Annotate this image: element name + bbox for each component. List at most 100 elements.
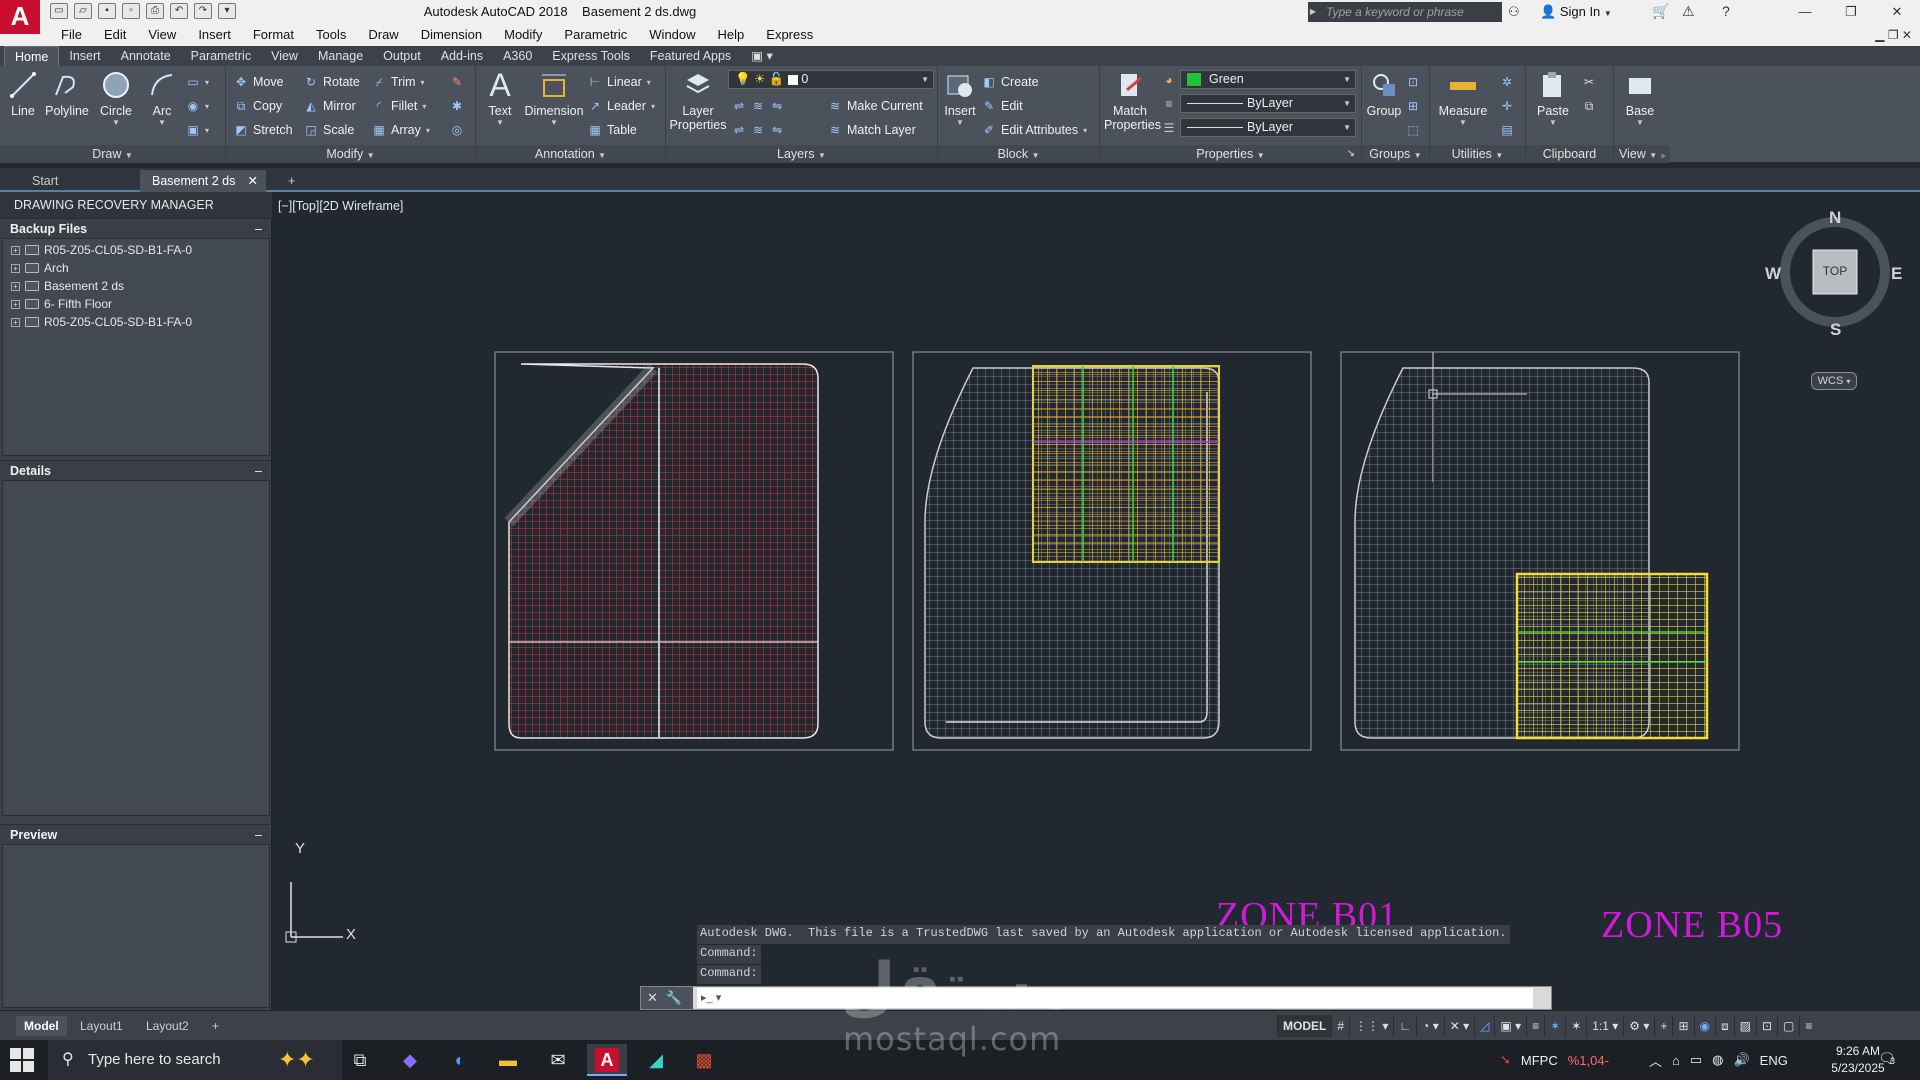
group-select-icon[interactable]: ⬚	[1406, 120, 1420, 140]
move-button[interactable]: ✥ Move	[234, 72, 284, 92]
network-icon[interactable]: ◍	[1712, 1052, 1723, 1068]
units-icon[interactable]: ⊞	[1672, 1015, 1693, 1037]
taskbar-search[interactable]: ⚲ Type here to search ✦✦	[48, 1040, 342, 1080]
properties-launcher-icon[interactable]: ↘	[1347, 145, 1355, 163]
ungroup-icon[interactable]: ⊡	[1406, 72, 1420, 92]
table-button[interactable]: ▦ Table	[588, 120, 637, 140]
layout-tab-layout2[interactable]: Layout2	[138, 1016, 197, 1036]
paste-button[interactable]: Paste ▼	[1530, 68, 1576, 127]
menu-file[interactable]: File	[50, 24, 93, 46]
tab-manage[interactable]: Manage	[308, 46, 373, 66]
tab-parametric[interactable]: Parametric	[181, 46, 261, 66]
wcs-menu[interactable]: WCS ▾	[1811, 372, 1857, 390]
lineweight-toggle-icon[interactable]: ≡	[1526, 1015, 1544, 1037]
viewcube[interactable]: N S E W TOP WCS ▾	[1765, 208, 1907, 398]
add-layout-icon[interactable]: +	[204, 1016, 227, 1036]
sign-in-button[interactable]: 👤 Sign In ▼	[1540, 4, 1612, 20]
panel-title-properties[interactable]: Properties ▼ ↘	[1100, 145, 1361, 163]
id-point-icon[interactable]: ✛	[1500, 96, 1514, 116]
expand-icon[interactable]: +	[11, 317, 20, 327]
floor-plan-2[interactable]	[912, 351, 1312, 751]
copy-clip-icon[interactable]: ⧉	[1582, 96, 1596, 116]
display-icon[interactable]: ▭	[1690, 1052, 1702, 1068]
viewcube-top-face[interactable]: TOP	[1813, 264, 1857, 278]
panel-title-block[interactable]: Block ▼	[938, 145, 1099, 163]
list-item[interactable]: +6- Fifth Floor	[11, 295, 112, 313]
stretch-button[interactable]: ◩ Stretch	[234, 120, 292, 140]
menu-draw[interactable]: Draw	[357, 24, 409, 46]
copy-button[interactable]: ⧉ Copy	[234, 96, 282, 116]
edge-browser-icon[interactable]: ◐	[440, 1044, 480, 1076]
exchange-icon[interactable]: ⚠	[1682, 3, 1695, 20]
compass-south[interactable]: S	[1830, 320, 1841, 340]
edit-attributes-button[interactable]: ✐ Edit Attributes ▾	[982, 120, 1087, 140]
tab-home[interactable]: Home	[4, 46, 60, 66]
edit-block-button[interactable]: ✎ Edit	[982, 96, 1023, 116]
rotate-button[interactable]: ↻ Rotate	[304, 72, 360, 92]
auto-scale-icon[interactable]: ✶	[1565, 1015, 1586, 1037]
group-edit-icon[interactable]: ⊞	[1406, 96, 1420, 116]
layer-tools-row1[interactable]: ⇌ ≋ ⇋	[732, 96, 784, 116]
clean-screen-icon[interactable]: ▢	[1777, 1015, 1799, 1037]
details-header[interactable]: Details –	[0, 460, 270, 480]
volume-icon[interactable]: 🔊	[1733, 1052, 1749, 1068]
input-language[interactable]: ENG	[1760, 1053, 1788, 1068]
hatch-button[interactable]: ◉ ▾	[186, 96, 209, 116]
linetype-dropdown[interactable]: ByLayer ▼	[1180, 94, 1356, 113]
task-view-icon[interactable]: ⧉	[340, 1044, 380, 1076]
minimize-icon[interactable]: —	[1782, 0, 1828, 24]
command-close-icon[interactable]: ✕	[647, 990, 658, 1006]
region-button[interactable]: ▣ ▾	[186, 120, 209, 140]
list-item[interactable]: + Basement 2 ds	[11, 277, 124, 295]
explode-button[interactable]: ✱	[450, 96, 464, 116]
annotation-visibility-icon[interactable]: ✶	[1544, 1015, 1565, 1037]
application-menu-button[interactable]: A	[0, 0, 40, 34]
annotation-scale[interactable]: 1:1 ▾	[1586, 1015, 1623, 1037]
leader-button[interactable]: ↗ Leader ▾	[588, 96, 655, 116]
match-layer-button[interactable]: ≋ Match Layer	[828, 120, 916, 140]
menu-format[interactable]: Format	[242, 24, 305, 46]
arc-button[interactable]: Arc ▼	[144, 68, 180, 127]
collapse-icon[interactable]: –	[255, 825, 262, 845]
tab-featured-apps[interactable]: Featured Apps	[640, 46, 741, 66]
layer-dropdown[interactable]: 💡 ☀ 🔓 0 ▼	[728, 70, 934, 89]
backup-files-header[interactable]: Backup Files –	[0, 218, 270, 238]
ribbon-minimize-icon[interactable]: ▣ ▾	[741, 46, 783, 66]
panel-title-layers[interactable]: Layers ▼	[666, 145, 937, 163]
help-icon[interactable]: ?	[1722, 3, 1730, 19]
group-button[interactable]: Group	[1364, 68, 1404, 118]
collapse-icon[interactable]: –	[255, 461, 262, 481]
isolate-objects-icon[interactable]: ▨	[1733, 1015, 1756, 1037]
stock-ticker[interactable]: MFPC	[1521, 1053, 1558, 1068]
color-dropdown[interactable]: Green ▼	[1180, 70, 1356, 89]
menu-modify[interactable]: Modify	[493, 24, 553, 46]
quick-properties-icon[interactable]: ◉	[1693, 1015, 1715, 1037]
file-tab-start[interactable]: Start	[20, 170, 120, 192]
snap-icon[interactable]: ⋮⋮ ▾	[1349, 1015, 1393, 1037]
polar-icon[interactable]: ◔ ▾	[1416, 1015, 1444, 1037]
floor-plan-1[interactable]	[494, 351, 894, 751]
expand-icon[interactable]: +	[11, 299, 20, 309]
copilot-icon[interactable]: ◆	[390, 1044, 430, 1076]
match-properties-button[interactable]: Match Properties	[1104, 68, 1161, 132]
command-input[interactable]	[697, 988, 1533, 1008]
layout-tab-layout1[interactable]: Layout1	[72, 1016, 131, 1036]
expand-icon[interactable]: +	[11, 281, 20, 291]
quick-select-icon[interactable]: ✲	[1500, 72, 1514, 92]
menu-edit[interactable]: Edit	[93, 24, 137, 46]
mail-icon[interactable]: ✉	[538, 1044, 578, 1076]
close-tab-icon[interactable]: ✕	[248, 170, 258, 192]
create-block-button[interactable]: ◧ Create	[982, 72, 1038, 92]
customize-status-icon[interactable]: ≡	[1799, 1015, 1817, 1037]
insert-button[interactable]: Insert ▼	[940, 68, 980, 127]
tab-a360[interactable]: A360	[493, 46, 542, 66]
trim-button[interactable]: ⌿ Trim ▾	[372, 72, 424, 92]
tab-addins[interactable]: Add-ins	[431, 46, 493, 66]
hardware-accel-icon[interactable]: ⊡	[1755, 1015, 1777, 1037]
tab-express-tools[interactable]: Express Tools	[542, 46, 640, 66]
cut-icon[interactable]: ✂	[1582, 72, 1596, 92]
lock-ui-icon[interactable]: ⧈	[1714, 1015, 1734, 1037]
search-input[interactable]: Type a keyword or phrase	[1318, 2, 1502, 22]
list-item[interactable]: + R05-Z05-CL05-SD-B1-FA-0	[11, 241, 192, 259]
model-space-toggle[interactable]: MODEL	[1277, 1015, 1332, 1037]
